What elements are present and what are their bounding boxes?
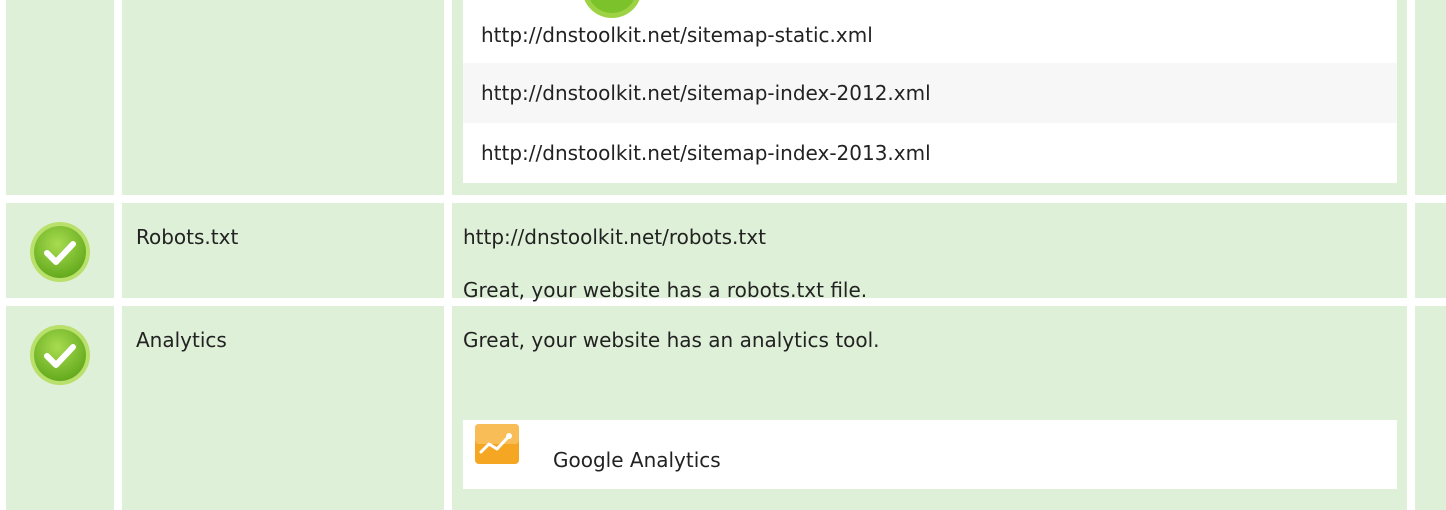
robots-label-cell: Robots.txt (122, 203, 444, 298)
sitemap-label-cell (122, 0, 444, 195)
sitemap-content-cell: http://dnstoolkit.net/sitemap-static.xml… (452, 0, 1407, 195)
analytics-label: Analytics (136, 328, 227, 352)
row-edge-cell (1415, 0, 1446, 195)
seo-report-table: http://dnstoolkit.net/sitemap-static.xml… (0, 0, 1446, 510)
sitemap-item[interactable]: http://dnstoolkit.net/sitemap-index-2012… (463, 63, 1397, 123)
google-analytics-icon (475, 424, 519, 464)
sitemap-item[interactable]: http://dnstoolkit.net/sitemap-index-2013… (463, 123, 1397, 183)
analytics-label-cell: Analytics (122, 306, 444, 510)
analytics-status-cell (6, 306, 114, 510)
check-circle-icon (30, 325, 90, 385)
analytics-message: Great, your website has an analytics too… (463, 328, 880, 352)
analytics-tool-item: Google Analytics (463, 420, 1397, 489)
robots-message: Great, your website has a robots.txt fil… (463, 278, 868, 302)
robots-label: Robots.txt (136, 225, 239, 249)
analytics-content-cell: Great, your website has an analytics too… (452, 306, 1407, 510)
analytics-tool-name: Google Analytics (553, 448, 721, 472)
row-edge-cell (1415, 306, 1446, 510)
check-circle-icon (584, 0, 640, 18)
robots-url[interactable]: http://dnstoolkit.net/robots.txt (463, 225, 766, 249)
check-circle-icon (30, 222, 90, 282)
sitemap-status-cell (6, 0, 114, 195)
robots-content-cell: http://dnstoolkit.net/robots.txt Great, … (452, 203, 1407, 302)
row-edge-cell (1415, 203, 1446, 298)
robots-status-cell (6, 203, 114, 298)
sitemap-list: http://dnstoolkit.net/sitemap-static.xml… (463, 0, 1397, 183)
